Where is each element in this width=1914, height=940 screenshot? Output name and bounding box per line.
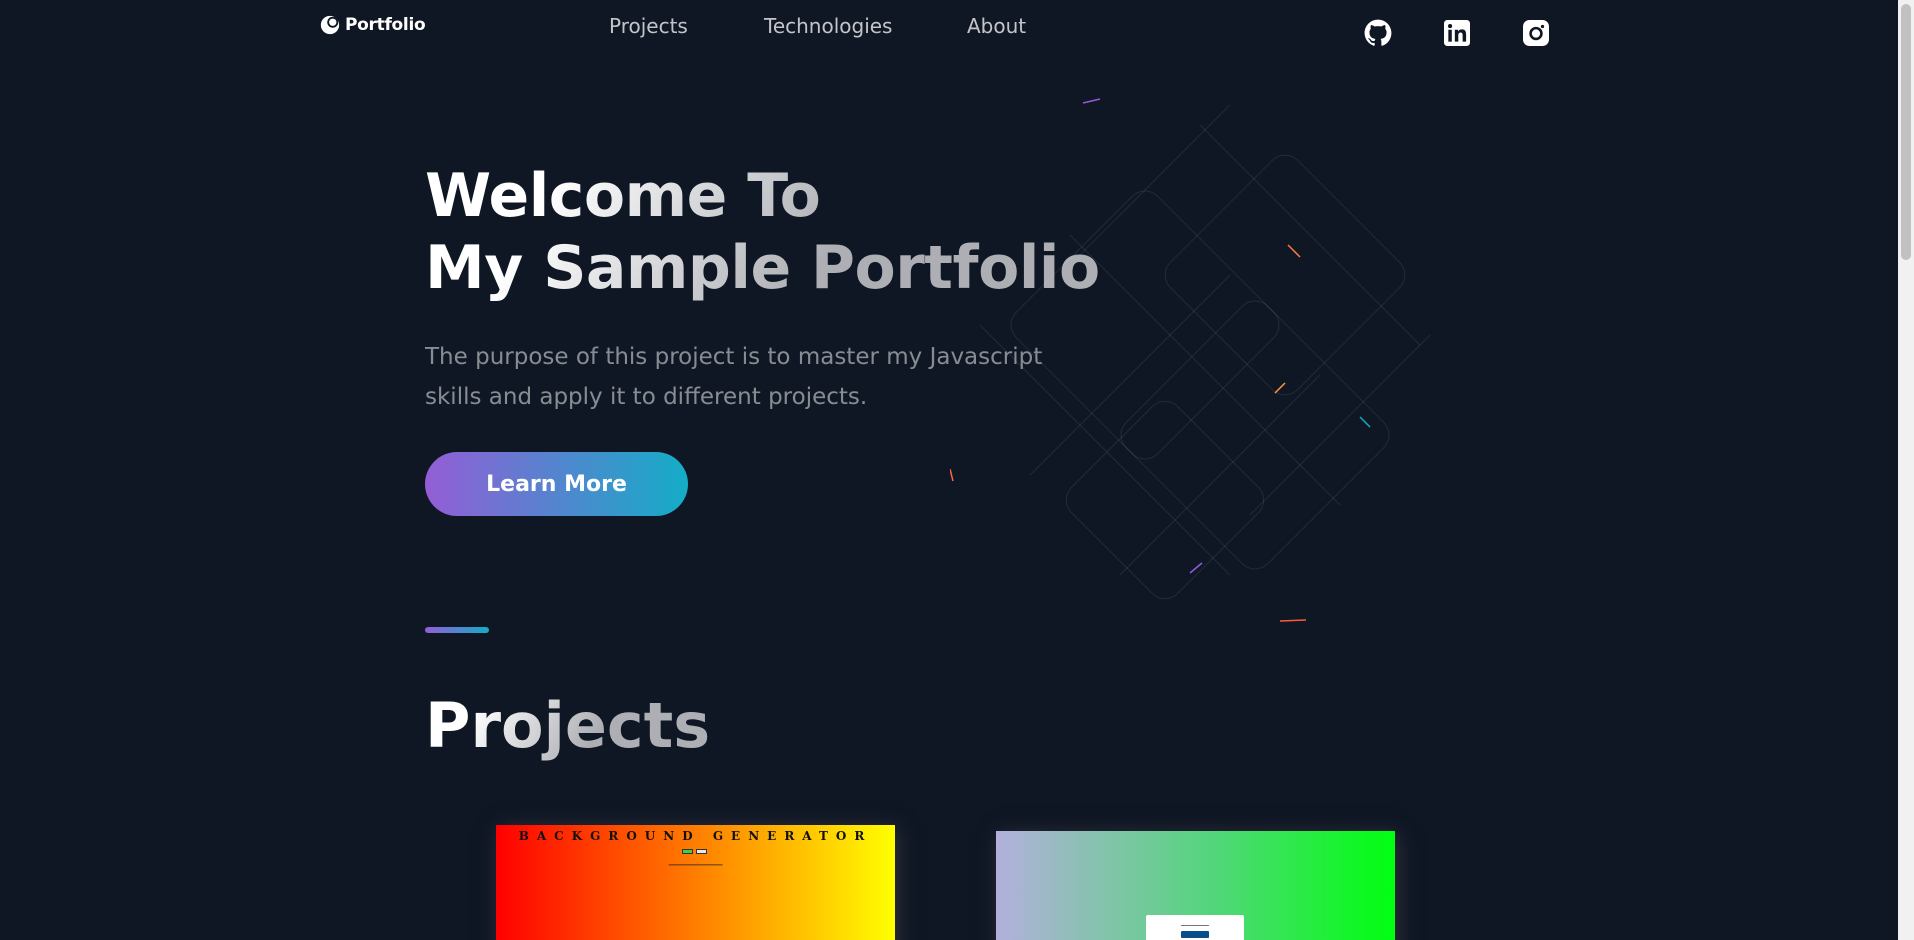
logo-icon [320,15,340,35]
scrollbar-thumb[interactable] [1901,4,1911,260]
nav-link-about[interactable]: About [967,14,1026,38]
project-card-preview-button [1181,931,1209,938]
learn-more-button[interactable]: Learn More [425,452,688,516]
nav-link-technologies[interactable]: Technologies [764,14,892,38]
logo-link[interactable]: Portfolio [319,14,426,36]
project-card-preview-inputs [682,849,707,854]
logo-text: Portfolio [345,15,426,35]
project-card-preview-panel: ▁▁▁▁▁▁▁▁▁ [1146,915,1244,940]
project-card-preview-heading: ▁▁▁▁▁▁▁▁▁ [1181,921,1209,926]
hero-title-line-1: Welcome To [425,161,821,231]
github-icon[interactable] [1363,18,1393,48]
nav-link-projects[interactable]: Projects [609,14,688,38]
project-card-title: BACKGROUND GENERATOR [518,829,873,843]
scrollbar[interactable] [1898,0,1914,940]
instagram-icon[interactable] [1521,18,1551,48]
linkedin-icon[interactable] [1442,18,1472,48]
project-card-preview-text: ▁▁▁▁▁▁▁▁▁▁▁▁▁▁ [668,860,723,866]
projects-section-title: Projects [425,689,711,762]
background-animation [950,98,1431,622]
project-card-background-generator[interactable]: BACKGROUND GENERATOR ▁▁▁▁▁▁▁▁▁▁▁▁▁▁ [496,825,895,940]
section-divider [425,627,489,633]
project-card-2[interactable]: ▁▁▁▁▁▁▁▁▁ [996,831,1395,940]
page: Portfolio Projects Technologies About We… [0,0,1898,940]
